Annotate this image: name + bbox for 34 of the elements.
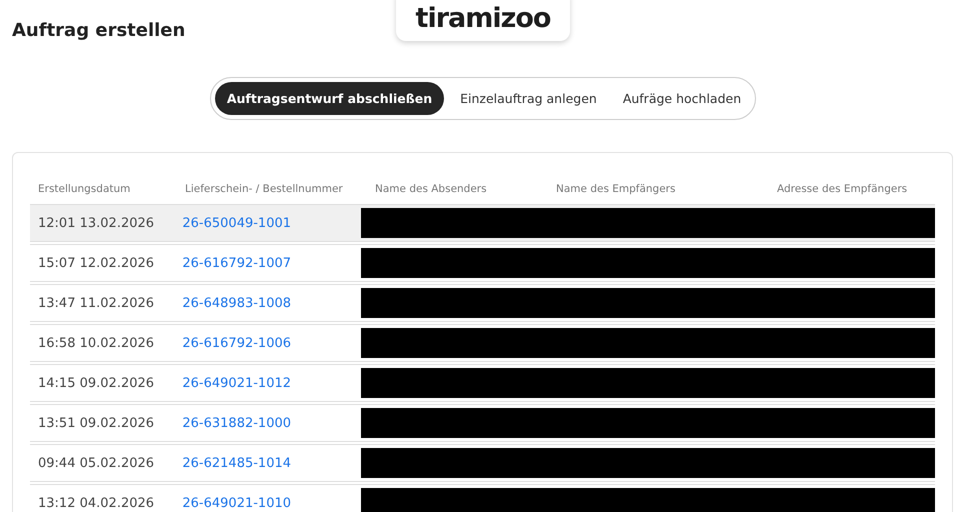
order-number-link[interactable]: 26-648983-1008 xyxy=(182,296,292,310)
date-cell-text: 12:01 13.02.2026 xyxy=(37,216,156,230)
date-cell-text: 16:58 10.02.2026 xyxy=(37,336,156,350)
order-number-link[interactable]: 26-650049-1001 xyxy=(182,216,292,230)
date-cell-text: 15:07 12.02.2026 xyxy=(37,256,156,270)
table-row[interactable]: 09:44 05.02.2026 26-621485-1014 xyxy=(30,444,935,482)
table-row[interactable]: 13:51 09.02.2026 26-631882-1000 xyxy=(30,404,935,442)
date-cell-text: 13:51 09.02.2026 xyxy=(37,416,156,430)
order-number-link[interactable]: 26-649021-1010 xyxy=(182,496,292,510)
column-header: Adresse des Empfängers xyxy=(777,182,908,194)
order-number-link[interactable]: 26-616792-1006 xyxy=(182,336,292,350)
tab[interactable]: Auftragsentwurf abschließen xyxy=(214,82,444,115)
date-cell-text: 13:47 11.02.2026 xyxy=(37,296,156,310)
date-cell-text: 14:15 09.02.2026 xyxy=(37,376,156,390)
table-row[interactable]: 13:47 11.02.2026 26-648983-1008 xyxy=(30,284,935,322)
order-number-link[interactable]: 26-649021-1012 xyxy=(182,376,292,390)
column-header: Erstellungsdatum xyxy=(37,182,132,194)
tab[interactable]: Einzelauftrag anlegen xyxy=(450,82,607,115)
page-title: Auftrag erstellen xyxy=(12,20,186,41)
column-header: Name des Absenders xyxy=(375,182,488,194)
order-number-link[interactable]: 26-631882-1000 xyxy=(182,416,292,430)
table-row[interactable]: 16:58 10.02.2026 26-616792-1006 xyxy=(30,324,935,362)
column-header: Lieferschein- / Bestellnummer xyxy=(185,182,344,194)
logo: tiramizoo xyxy=(396,0,570,41)
table-row[interactable]: 13:12 04.02.2026 26-649021-1010 xyxy=(30,484,935,512)
table-row[interactable]: 15:07 12.02.2026 26-616792-1007 xyxy=(30,244,935,282)
date-cell-text: 09:44 05.02.2026 xyxy=(37,456,156,470)
order-number-link[interactable]: 26-621485-1014 xyxy=(182,456,292,470)
date-cell-text: 13:12 04.02.2026 xyxy=(37,496,156,510)
table-row[interactable]: 14:15 09.02.2026 26-649021-1012 xyxy=(30,364,935,402)
order-number-link[interactable]: 26-616792-1007 xyxy=(182,256,292,270)
tab[interactable]: Aufräge hochladen xyxy=(612,82,752,115)
column-header: Name des Empfängers xyxy=(556,182,676,194)
table-row[interactable]: 12:01 13.02.2026 26-650049-1001 xyxy=(30,204,935,242)
